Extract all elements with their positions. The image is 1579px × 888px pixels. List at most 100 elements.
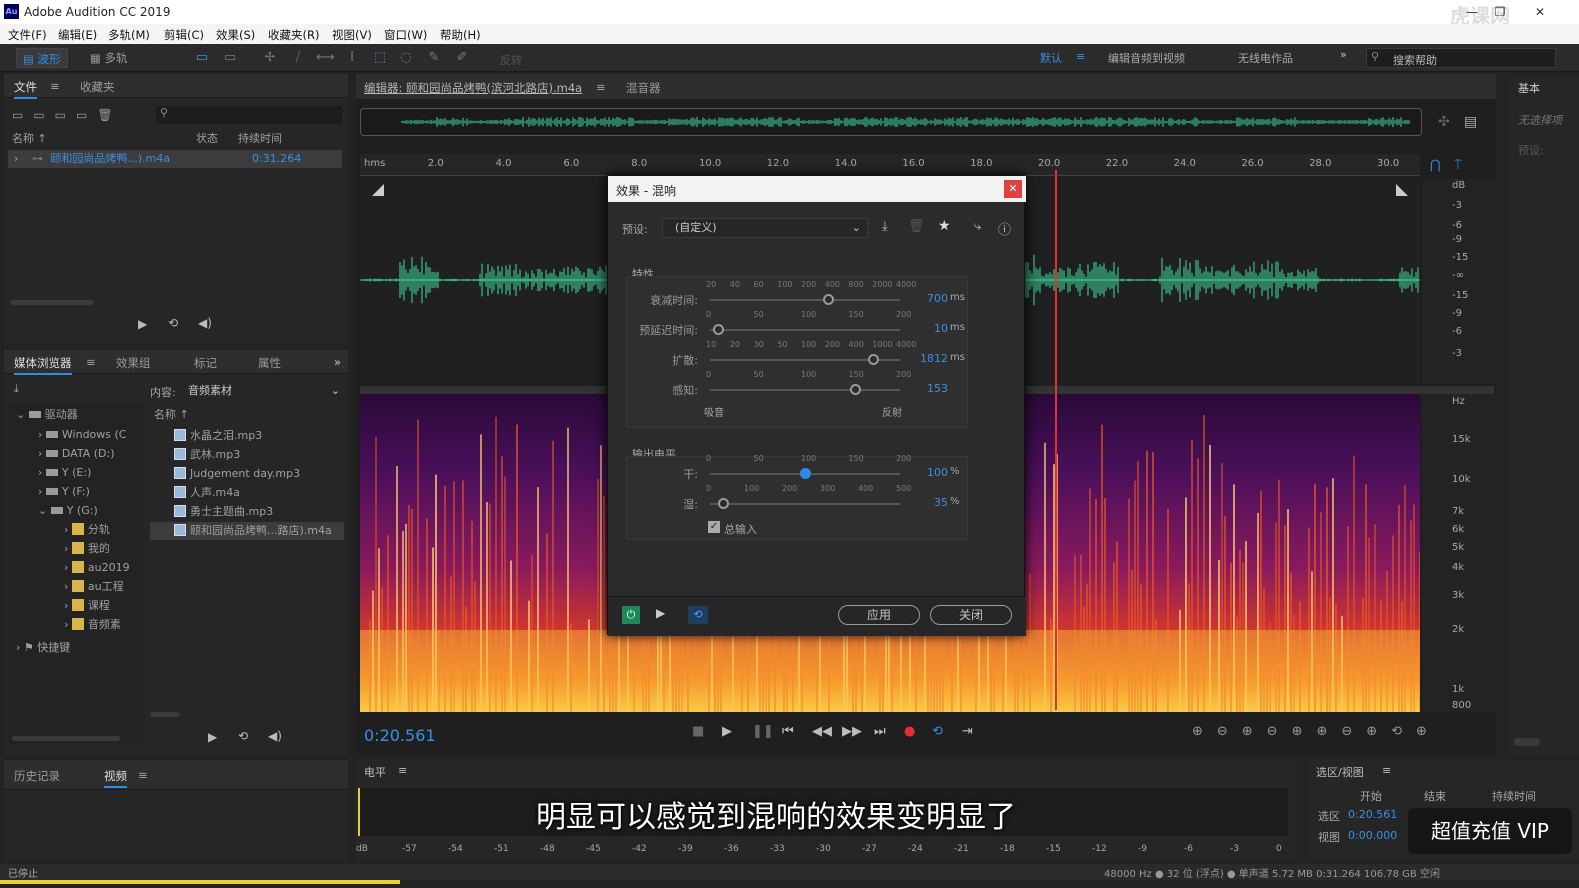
tab-video[interactable]: 视频: [104, 768, 127, 788]
slider-value[interactable]: 100: [898, 466, 948, 479]
minimize-icon[interactable]: —: [1462, 3, 1482, 21]
slider-value[interactable]: 700: [898, 292, 948, 305]
media-loop-icon[interactable]: ⟲: [238, 729, 248, 743]
media-file-row[interactable]: 人声.m4a: [174, 484, 240, 502]
snap-icon[interactable]: ⋂: [1430, 158, 1441, 173]
close-window-icon[interactable]: ✕: [1530, 3, 1550, 21]
slider-track[interactable]: [710, 329, 900, 331]
media-file-row[interactable]: Judgement day.mp3: [174, 465, 300, 483]
col-status[interactable]: 状态: [196, 130, 218, 148]
fast-forward-icon[interactable]: ▶▶: [842, 724, 862, 739]
workspace-default[interactable]: 默认: [1040, 50, 1062, 66]
files-col-name[interactable]: 名称 ↑: [154, 406, 189, 424]
media-file-row[interactable]: 勇士主题曲.mp3: [174, 503, 273, 521]
slider-knob[interactable]: [800, 468, 811, 479]
menu-help[interactable]: 帮助(H): [440, 27, 481, 43]
overview-bar[interactable]: [360, 108, 1422, 136]
menu-file[interactable]: 文件(F): [8, 27, 47, 43]
preview-loop-icon[interactable]: ⟲: [168, 316, 178, 330]
slider-knob[interactable]: [712, 324, 724, 335]
loop-icon[interactable]: ⟲: [932, 724, 943, 739]
slider-value[interactable]: 1812: [898, 352, 948, 365]
preview-play-icon[interactable]: ▶: [656, 606, 665, 620]
zoom-controls-icon[interactable]: ⊕⊖⊕⊖⊕⊕⊖⊕⟲⊕: [1192, 724, 1441, 739]
tree-folder[interactable]: › 音频素: [64, 616, 121, 634]
tree-folder[interactable]: › 我的: [64, 540, 110, 558]
tab-media-browser[interactable]: 媒体浏览器: [14, 355, 72, 375]
more-workspaces-icon[interactable]: »: [1340, 48, 1347, 61]
menu-multitrack[interactable]: 多轨(M): [108, 27, 150, 43]
menu-window[interactable]: 窗口(W): [384, 27, 427, 43]
tab-mixer[interactable]: 混音器: [626, 80, 661, 96]
pause-icon[interactable]: ❚❚: [752, 724, 774, 739]
media-panel-menu-icon[interactable]: ≡: [86, 355, 96, 369]
import-icon[interactable]: ⤓: [14, 382, 19, 396]
tree-folder[interactable]: › 课程: [64, 597, 110, 615]
rewind-icon[interactable]: ◀◀: [812, 724, 832, 739]
marquee-tool-icon[interactable]: ⬚: [372, 50, 388, 66]
routing-icon[interactable]: ⤷: [974, 219, 981, 234]
slider-value[interactable]: 35: [898, 496, 948, 509]
tree-drive-d[interactable]: › DATA (D:): [38, 445, 115, 463]
tab-effects-rack[interactable]: 效果组: [116, 355, 151, 371]
preview-loop-icon[interactable]: ⟲: [688, 606, 708, 624]
slider-track[interactable]: [710, 299, 900, 301]
files-panel-menu-icon[interactable]: ≡: [50, 79, 60, 93]
levels-menu-icon[interactable]: ≡: [398, 764, 407, 777]
files-scrollbar[interactable]: [10, 300, 94, 305]
media-file-row-selected[interactable]: 颐和园尚品烤鸭...路店).m4a: [150, 522, 344, 540]
slider-track[interactable]: [710, 503, 900, 505]
multitrack-mode-button[interactable]: ▦ 多轨: [84, 48, 134, 68]
more-tabs-icon[interactable]: »: [334, 355, 341, 369]
files-search-icon[interactable]: ⚲: [156, 106, 342, 124]
save-preset-icon[interactable]: ⤓: [882, 219, 888, 234]
sum-input-checkbox[interactable]: ✓: [708, 521, 720, 533]
tab-files[interactable]: 文件: [14, 79, 37, 99]
record-icon[interactable]: ●: [904, 724, 915, 739]
selection-start-value[interactable]: 0:20.561: [1348, 808, 1397, 821]
brush-tool-icon[interactable]: ✎: [426, 50, 442, 66]
time-selection-icon[interactable]: I: [344, 50, 360, 66]
lasso-tool-icon[interactable]: ◌: [398, 50, 414, 66]
spectral-display-icon[interactable]: ▭: [194, 50, 210, 66]
slider-value[interactable]: 153: [898, 382, 948, 395]
info-icon[interactable]: ⓘ: [998, 219, 1011, 238]
skip-end-icon[interactable]: ⏭: [874, 724, 886, 739]
favorite-star-icon[interactable]: ★: [938, 218, 951, 234]
preset-dropdown[interactable]: (自定义) ⌄: [662, 218, 868, 238]
menu-favorites[interactable]: 收藏夹(R): [268, 27, 319, 43]
play-icon[interactable]: ▶: [722, 724, 732, 739]
pitch-display-icon[interactable]: ▭: [222, 50, 238, 66]
video-panel-menu-icon[interactable]: ≡: [138, 768, 148, 782]
slider-track[interactable]: [710, 389, 900, 391]
skip-selection-icon[interactable]: ⇥: [962, 724, 973, 739]
menu-effects[interactable]: 效果(S): [216, 27, 255, 43]
tree-shortcuts[interactable]: › ⚑ 快捷键: [16, 639, 70, 657]
search-help-input[interactable]: 搜索帮助: [1393, 52, 1437, 68]
razor-tool-icon[interactable]: ⧸: [290, 50, 306, 66]
apply-button[interactable]: 应用: [838, 605, 920, 625]
file-row[interactable]: › ⊶ 颐和园尚品烤鸭...).m4a 0:31.264: [8, 150, 342, 168]
tree-drives[interactable]: ⌄ 驱动器: [16, 406, 78, 424]
tree-drive-f[interactable]: › Y (F:): [38, 483, 90, 501]
time-ruler[interactable]: hms 2.0 4.0 6.0 8.0 10.0 12.0 14.0 16.0 18.0 20.0 2…: [360, 154, 1420, 176]
col-name[interactable]: 名称 ↑: [12, 130, 47, 148]
dialog-close-icon[interactable]: ✕: [1004, 180, 1022, 198]
slider-value[interactable]: 10: [898, 322, 948, 335]
stop-icon[interactable]: ■: [692, 724, 704, 739]
tree-drive-e[interactable]: › Y (E:): [38, 464, 91, 482]
delete-preset-icon[interactable]: 🗑: [908, 219, 925, 234]
menu-clip[interactable]: 剪辑(C): [164, 27, 204, 43]
playhead[interactable]: [1055, 170, 1058, 710]
essential-panel-title[interactable]: 基本: [1518, 80, 1540, 96]
menu-edit[interactable]: 编辑(E): [58, 27, 97, 43]
tab-favorites[interactable]: 收藏夹: [80, 79, 115, 95]
waveform-mode-button[interactable]: ▤ 波形: [16, 48, 68, 68]
pin-icon[interactable]: ⍑: [1454, 158, 1462, 173]
zoom-overview-icon[interactable]: ✣: [1438, 114, 1450, 130]
workspace-video[interactable]: 编辑音频到视频: [1108, 50, 1185, 66]
spot-healing-icon[interactable]: ✐: [454, 50, 470, 66]
tab-editor[interactable]: 编辑器: 颐和园尚品烤鸭(滨河北路店).m4a: [364, 80, 582, 96]
tree-folder[interactable]: › au工程: [64, 578, 124, 596]
tab-history[interactable]: 历史记录: [14, 768, 60, 784]
